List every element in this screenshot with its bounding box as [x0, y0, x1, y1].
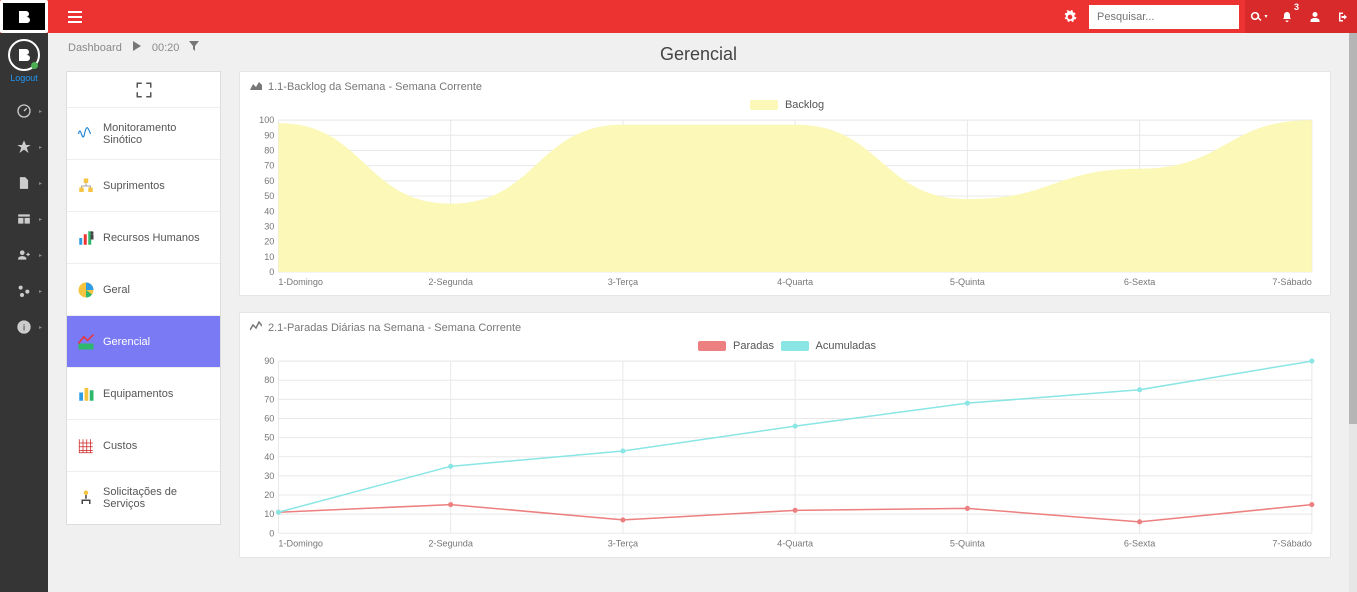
side-panel: Monitoramento Sinótico Suprimentos Recur… — [66, 71, 221, 525]
svg-text:7-Sábado: 7-Sábado — [1272, 277, 1312, 287]
rail-item-dashboard[interactable]: ▸ — [0, 93, 48, 129]
topbar: ▾ 3 — [0, 0, 1357, 33]
page-title: Gerencial — [48, 44, 1349, 65]
cards-column: 1.1-Backlog da Semana - Semana Corrente … — [239, 71, 1331, 558]
svg-text:60: 60 — [264, 176, 274, 186]
breadcrumb-time: 00:20 — [152, 42, 180, 54]
svg-text:5-Quinta: 5-Quinta — [950, 277, 986, 287]
svg-text:2-Segunda: 2-Segunda — [428, 277, 474, 287]
svg-text:70: 70 — [264, 161, 274, 171]
hamburger-icon[interactable] — [62, 4, 88, 30]
svg-text:3-Terça: 3-Terça — [608, 539, 639, 549]
rail-item-table[interactable]: ▸ — [0, 201, 48, 237]
notification-count: 3 — [1294, 2, 1299, 12]
paradas-legend: Paradas Acumuladas — [248, 336, 1322, 356]
settings-gear-icon[interactable] — [1057, 4, 1083, 30]
svg-text:2-Segunda: 2-Segunda — [428, 539, 474, 549]
panel-item-gerencial[interactable]: Gerencial — [67, 316, 220, 368]
svg-text:0: 0 — [269, 529, 274, 539]
card-paradas: 2.1-Paradas Diárias na Semana - Semana C… — [239, 312, 1331, 558]
svg-text:100: 100 — [259, 115, 274, 125]
rail-item-info[interactable]: i▸ — [0, 309, 48, 345]
legend-label-acumuladas: Acumuladas — [816, 340, 877, 352]
page-scrollbar[interactable] — [1349, 33, 1357, 592]
content-area: Dashboard 00:20 Gerencial Monitoramento … — [48, 33, 1349, 592]
panel-item-label: Gerencial — [103, 336, 150, 348]
svg-text:7-Sábado: 7-Sábado — [1272, 539, 1312, 549]
svg-text:3-Terça: 3-Terça — [608, 277, 639, 287]
panel-item-label: Recursos Humanos — [103, 232, 200, 244]
svg-text:80: 80 — [264, 375, 274, 385]
svg-text:5-Quinta: 5-Quinta — [950, 539, 986, 549]
notifications-button[interactable]: 3 — [1273, 0, 1301, 33]
card-paradas-title: 2.1-Paradas Diárias na Semana - Semana C… — [268, 322, 521, 334]
card-backlog-title: 1.1-Backlog da Semana - Semana Corrente — [268, 81, 482, 93]
chart-paradas: 0 10 20 30 40 50 60 70 80 90 1-Domingo 2-Segunda 3-T… — [248, 356, 1322, 549]
breadcrumb-dashboard[interactable]: Dashboard — [68, 42, 122, 54]
backlog-legend: Backlog — [248, 95, 1322, 115]
line-chart-icon — [250, 321, 262, 334]
panel-item-label: Equipamentos — [103, 388, 173, 400]
panel-item-label: Suprimentos — [103, 180, 165, 192]
svg-text:6-Sexta: 6-Sexta — [1124, 539, 1156, 549]
panel-item-solicitacoes[interactable]: Solicitações de Serviços — [67, 472, 220, 524]
play-icon[interactable] — [132, 41, 142, 54]
user-button[interactable] — [1301, 0, 1329, 33]
svg-text:10: 10 — [264, 252, 274, 262]
panel-item-label: Monitoramento Sinótico — [103, 122, 210, 146]
svg-text:i: i — [23, 322, 25, 332]
rail-logout-label[interactable]: Logout — [10, 73, 38, 83]
svg-text:60: 60 — [264, 414, 274, 424]
svg-text:90: 90 — [264, 130, 274, 140]
svg-text:20: 20 — [264, 490, 274, 500]
legend-swatch-acumuladas — [781, 341, 809, 351]
panel-item-label: Solicitações de Serviços — [103, 486, 210, 510]
panel-item-rh[interactable]: Recursos Humanos — [67, 212, 220, 264]
exit-button[interactable] — [1329, 0, 1357, 33]
panel-item-equipamentos[interactable]: Equipamentos — [67, 368, 220, 420]
chart-backlog: 0 10 20 30 40 50 60 70 80 90 100 1-Domingo 2-Segunda… — [248, 115, 1322, 287]
legend-label-paradas: Paradas — [733, 340, 774, 352]
search-button[interactable]: ▾ — [1245, 0, 1273, 33]
svg-text:4-Quarta: 4-Quarta — [777, 539, 814, 549]
svg-text:30: 30 — [264, 471, 274, 481]
status-dot-icon — [31, 62, 38, 69]
panel-item-label: Custos — [103, 440, 137, 452]
svg-text:40: 40 — [264, 206, 274, 216]
svg-text:30: 30 — [264, 221, 274, 231]
svg-text:90: 90 — [264, 356, 274, 366]
svg-text:50: 50 — [264, 433, 274, 443]
rail-item-settings[interactable]: ▸ — [0, 273, 48, 309]
svg-text:10: 10 — [264, 509, 274, 519]
svg-text:50: 50 — [264, 191, 274, 201]
card-backlog: 1.1-Backlog da Semana - Semana Corrente … — [239, 71, 1331, 296]
svg-text:4-Quarta: 4-Quarta — [777, 277, 814, 287]
nav-rail: Logout ▸ ▸ ▸ ▸ ▸ ▸ i▸ — [0, 33, 48, 592]
rail-logo[interactable] — [8, 39, 40, 71]
rail-item-document[interactable]: ▸ — [0, 165, 48, 201]
svg-text:80: 80 — [264, 145, 274, 155]
svg-text:1-Domingo: 1-Domingo — [278, 539, 323, 549]
panel-item-suprimentos[interactable]: Suprimentos — [67, 160, 220, 212]
legend-label-backlog: Backlog — [785, 99, 824, 111]
svg-text:20: 20 — [264, 237, 274, 247]
panel-item-monitoramento[interactable]: Monitoramento Sinótico — [67, 108, 220, 160]
svg-text:70: 70 — [264, 395, 274, 405]
filter-icon[interactable] — [189, 41, 199, 54]
panel-item-geral[interactable]: Geral — [67, 264, 220, 316]
rail-item-favorites[interactable]: ▸ — [0, 129, 48, 165]
app-logo[interactable] — [0, 0, 48, 33]
panel-item-label: Geral — [103, 284, 130, 296]
svg-text:1-Domingo: 1-Domingo — [278, 277, 323, 287]
legend-swatch-paradas — [698, 341, 726, 351]
svg-text:0: 0 — [269, 267, 274, 277]
rail-item-add-user[interactable]: ▸ — [0, 237, 48, 273]
panel-item-custos[interactable]: Custos — [67, 420, 220, 472]
svg-text:40: 40 — [264, 452, 274, 462]
svg-text:6-Sexta: 6-Sexta — [1124, 277, 1156, 287]
search-input[interactable] — [1089, 5, 1239, 29]
legend-swatch-backlog — [750, 100, 778, 110]
area-chart-icon — [250, 80, 262, 93]
panel-fullscreen[interactable] — [67, 72, 220, 108]
